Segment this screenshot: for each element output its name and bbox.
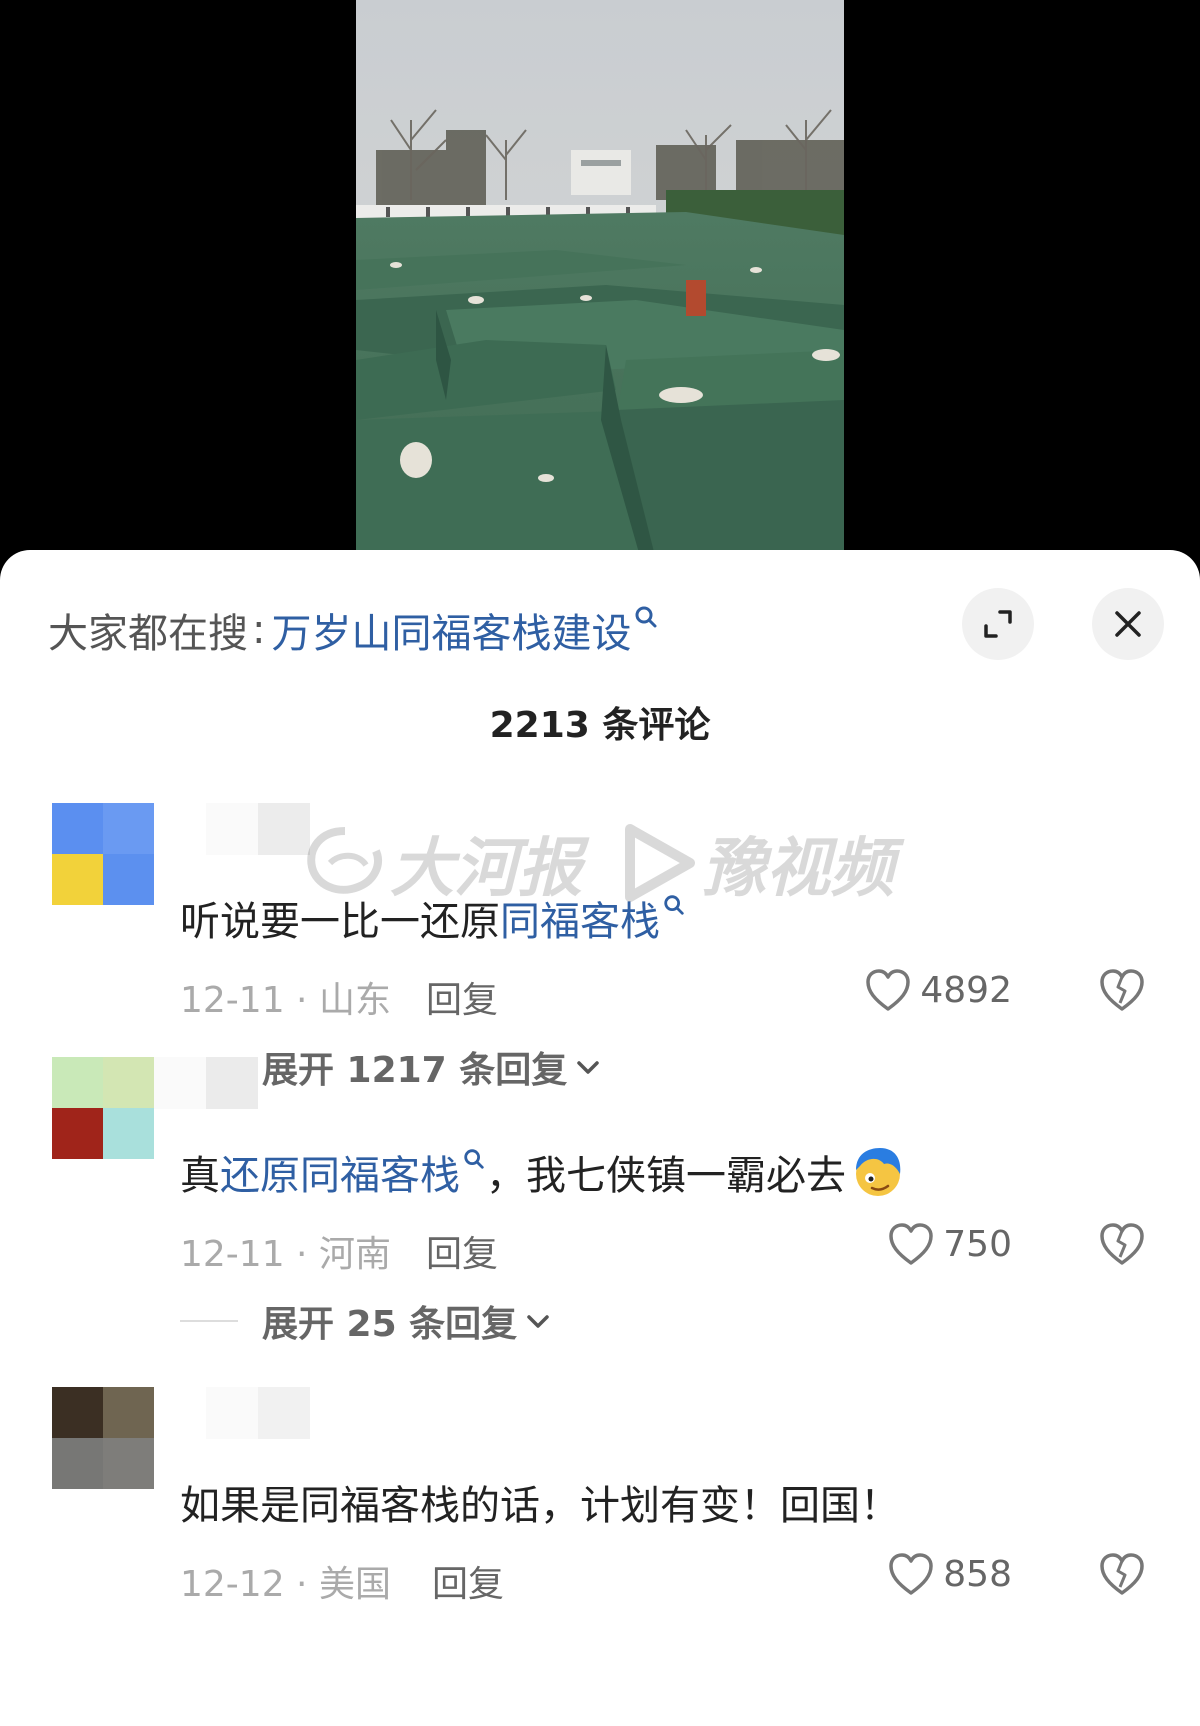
broken-heart-icon <box>1100 1223 1144 1265</box>
like-count: 858 <box>943 1553 1012 1595</box>
chevron-down-icon <box>577 1061 600 1074</box>
username-redacted[interactable] <box>206 803 310 855</box>
avatar-tile <box>52 1438 103 1489</box>
comment-date-location: 12-11 · 河南 <box>180 1234 391 1275</box>
avatar-tile <box>52 1108 103 1159</box>
like-count: 750 <box>943 1223 1012 1265</box>
dislike-button[interactable] <box>1098 1551 1146 1601</box>
dislike-button[interactable] <box>1098 967 1146 1017</box>
expand-replies-button[interactable]: 展开 25 条回复 <box>180 1295 551 1347</box>
heart-icon <box>866 969 911 1011</box>
avatar-tile <box>52 1387 103 1438</box>
avatar-tile <box>103 1108 154 1159</box>
avatar-tile <box>103 854 154 905</box>
avatar-tile <box>52 1057 103 1108</box>
comment-text-part: 真 <box>180 1153 220 1199</box>
comment-meta-row: 12-11 · 河南 回复 750 <box>180 1217 1160 1275</box>
broken-heart-icon <box>1100 1553 1144 1595</box>
comment-search-link[interactable]: 还原同福客栈 <box>220 1143 460 1201</box>
comment-text: 真 还原同福客栈 ，我七侠镇一霸必去 <box>180 1143 906 1201</box>
close-button[interactable] <box>1092 588 1164 660</box>
avatar-tile <box>52 803 103 854</box>
video-thumbnail-image <box>356 0 844 560</box>
comment-meta-row: 12-12 · 美国 回复 858 <box>180 1547 1160 1605</box>
like-button[interactable]: 750 <box>887 1221 1012 1267</box>
avatar[interactable] <box>52 803 154 905</box>
search-icon <box>635 606 657 628</box>
avatar-tile <box>103 1438 154 1489</box>
comment-date-location: 12-12 · 美国 <box>180 1564 391 1605</box>
broken-heart-icon <box>1100 969 1144 1011</box>
reply-button[interactable]: 回复 <box>426 971 498 1023</box>
search-icon <box>664 895 684 915</box>
avatar-tile <box>103 1387 154 1438</box>
like-button[interactable]: 858 <box>887 1551 1012 1597</box>
avatar-tile <box>103 803 154 854</box>
trending-search-label: 大家都在搜 <box>48 611 248 657</box>
video-frame[interactable] <box>356 0 844 560</box>
like-button[interactable]: 4892 <box>864 967 1012 1013</box>
emoji-icon <box>856 1148 901 1196</box>
close-icon <box>1115 611 1141 637</box>
avatar[interactable] <box>52 1057 154 1159</box>
dislike-button[interactable] <box>1098 1221 1146 1271</box>
heart-icon <box>889 1553 934 1595</box>
comment-date-location: 12-11 · 山东 <box>180 980 391 1021</box>
comment-text: 如果是同福客栈的话，计划有变！回国！ <box>180 1473 900 1531</box>
comment-meta-row: 12-11 · 山东 回复 4892 <box>180 963 1160 1021</box>
expand-replies-label: 展开 25 条回复 <box>262 1304 518 1345</box>
like-count: 4892 <box>920 969 1012 1011</box>
avatar-tile <box>103 1057 154 1108</box>
username-redacted[interactable] <box>154 1057 258 1109</box>
heart-icon <box>889 1223 934 1265</box>
comment-text-part: 听说要一比一还原 <box>180 899 500 945</box>
video-player[interactable] <box>0 0 1200 570</box>
comment-text-part: ，我七侠镇一霸必去 <box>486 1153 846 1199</box>
comment-text: 听说要一比一还原 同福客栈 <box>180 889 686 947</box>
username-redacted[interactable] <box>206 1387 310 1439</box>
expand-divider <box>180 1320 238 1322</box>
reply-button[interactable]: 回复 <box>432 1555 504 1607</box>
chevron-down-icon <box>527 1315 549 1328</box>
reply-button[interactable]: 回复 <box>426 1225 498 1277</box>
expand-button[interactable] <box>962 588 1034 660</box>
trending-search-row[interactable]: 大家都在搜 : 万岁山同福客栈建设 <box>48 598 659 662</box>
expand-replies-label: 展开 1217 条回复 <box>262 1050 568 1091</box>
comment-sheet: 大家都在搜 : 万岁山同福客栈建设 2213 条评论 听说要一比一还原 同福客栈… <box>0 550 1200 1726</box>
trending-search-separator: : <box>252 607 266 653</box>
comment-text-part: 如果是同福客栈的话，计划有变！回国！ <box>180 1483 900 1529</box>
trending-search-term[interactable]: 万岁山同福客栈建设 <box>271 601 631 659</box>
comment-count-title: 2213 条评论 <box>489 705 711 746</box>
expand-icon <box>984 610 1012 638</box>
comment-search-link[interactable]: 同福客栈 <box>500 889 660 947</box>
avatar[interactable] <box>52 1387 154 1489</box>
search-icon <box>464 1149 484 1169</box>
avatar-tile <box>52 854 103 905</box>
